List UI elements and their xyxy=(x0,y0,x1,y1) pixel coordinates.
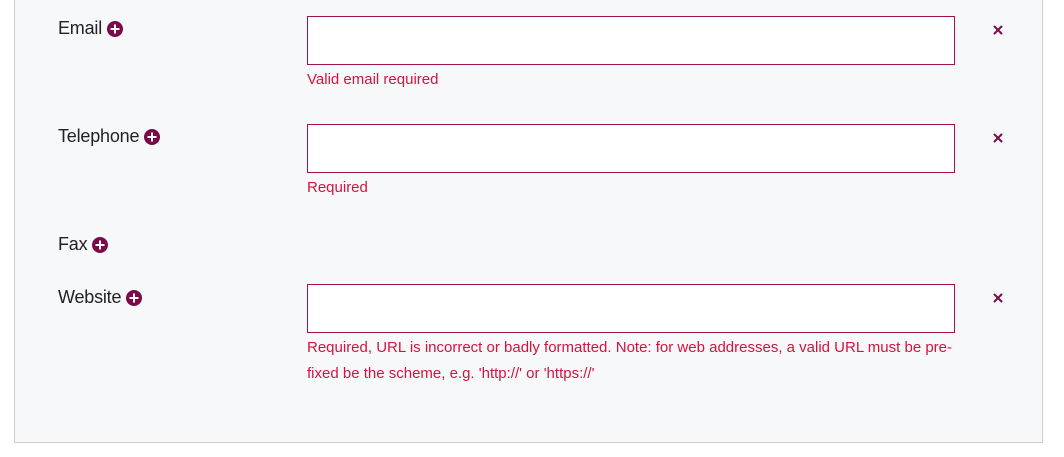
telephone-error: Required xyxy=(307,179,368,196)
telephone-input[interactable] xyxy=(307,124,955,173)
email-input[interactable] xyxy=(307,16,955,65)
telephone-label: Telephone xyxy=(58,126,161,147)
remove-website-close-icon[interactable] xyxy=(991,291,1005,305)
website-label: Website xyxy=(58,287,143,308)
website-error: Required, URL is incorrect or badly form… xyxy=(307,339,952,382)
remove-telephone-close-icon[interactable] xyxy=(991,131,1005,145)
telephone-label-text: Telephone xyxy=(58,126,140,146)
add-fax-icon[interactable] xyxy=(92,236,109,253)
email-label: Email xyxy=(58,18,124,39)
add-website-icon[interactable] xyxy=(126,289,143,306)
add-telephone-icon[interactable] xyxy=(144,128,161,145)
fax-label-text: Fax xyxy=(58,234,88,254)
fax-label: Fax xyxy=(58,234,109,255)
email-label-text: Email xyxy=(58,18,103,38)
remove-email-close-icon[interactable] xyxy=(991,23,1005,37)
website-label-text: Website xyxy=(58,287,122,307)
email-error: Valid email required xyxy=(307,71,439,88)
contact-details-panel: Email Valid email required Telephone Req… xyxy=(14,0,1043,443)
add-email-icon[interactable] xyxy=(107,20,124,37)
website-input[interactable] xyxy=(307,284,955,333)
